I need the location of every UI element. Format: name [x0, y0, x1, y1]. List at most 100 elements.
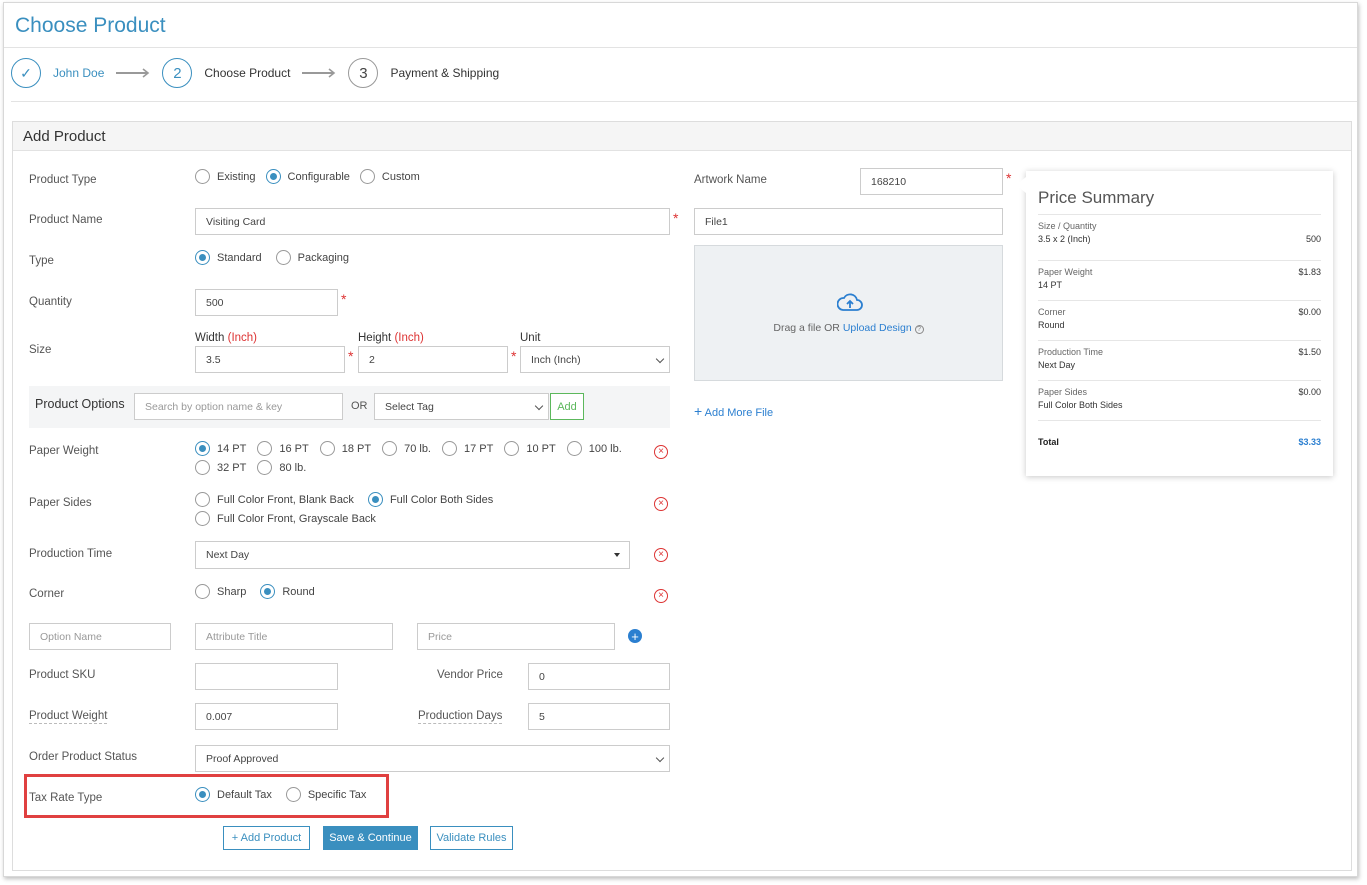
size-label: Size — [29, 344, 52, 356]
radio-both-sides[interactable]: Full Color Both Sides — [367, 492, 493, 507]
window-frame: Choose Product ✓ John Doe 2 Choose Produ… — [3, 2, 1358, 877]
quantity-label: Quantity — [29, 296, 72, 308]
or-text: OR — [351, 400, 368, 412]
price-input[interactable]: Price — [417, 623, 615, 650]
radio-17pt[interactable]: 17 PT — [442, 441, 493, 456]
radio-round[interactable]: Round — [260, 584, 315, 599]
radio-100lb[interactable]: 100 lb. — [566, 441, 622, 456]
panel-title: Add Product — [23, 128, 106, 145]
radio-front-blank[interactable]: Full Color Front, Blank Back — [195, 492, 354, 507]
tag-select[interactable]: Select Tag — [374, 393, 549, 420]
vendor-price-input[interactable]: 0 — [528, 663, 670, 690]
radio-sharp[interactable]: Sharp — [195, 584, 246, 599]
chevron-down-icon — [534, 401, 544, 411]
production-days-input[interactable]: 5 — [528, 703, 670, 730]
step-1-label[interactable]: John Doe — [53, 66, 104, 80]
divider — [4, 47, 1357, 48]
remove-option-icon[interactable]: × — [654, 589, 668, 603]
paper-weight-radios: 14 PT 16 PT 18 PT 70 lb. 17 PT 10 PT 100… — [195, 441, 635, 475]
remove-option-icon[interactable]: × — [654, 548, 668, 562]
add-tag-button[interactable]: Add — [550, 393, 584, 420]
summary-row: Paper Weight 14 PT $1.83 — [1038, 260, 1321, 300]
plus-icon: + — [694, 403, 703, 419]
summary-row: Production Time Next Day $1.50 — [1038, 340, 1321, 380]
add-more-file-link[interactable]: + Add More File — [694, 403, 773, 419]
add-option-icon[interactable]: + — [628, 629, 642, 643]
add-product-button[interactable]: + Add Product — [223, 826, 310, 850]
type-label: Type — [29, 255, 54, 267]
caret-down-icon — [614, 553, 620, 557]
order-status-label: Order Product Status — [29, 751, 138, 763]
production-time-select[interactable]: Next Day — [195, 541, 630, 569]
price-summary-card: Price Summary Size / Quantity 3.5 x 2 (In… — [1016, 171, 1333, 476]
radio-packaging[interactable]: Packaging — [275, 250, 349, 265]
step-2-circle[interactable]: 2 — [162, 58, 193, 88]
required-mark: * — [511, 348, 517, 364]
step-1-check-icon[interactable]: ✓ — [11, 58, 41, 88]
save-continue-button[interactable]: Save & Continue — [323, 826, 418, 850]
corner-radios: Sharp Round — [195, 584, 315, 599]
radio-70lb[interactable]: 70 lb. — [382, 441, 431, 456]
summary-row: Corner Round $0.00 — [1038, 300, 1321, 340]
artwork-name-label: Artwork Name — [694, 174, 767, 186]
required-mark: * — [673, 210, 679, 226]
validate-rules-button[interactable]: Validate Rules — [430, 826, 513, 850]
upload-dropzone[interactable]: Drag a file OR Upload Design ? — [694, 245, 1003, 381]
product-weight-input[interactable]: 0.007 — [195, 703, 338, 730]
order-status-select[interactable]: Proof Approved — [195, 745, 670, 772]
paper-sides-radios: Full Color Front, Blank Back Full Color … — [195, 492, 635, 526]
artwork-name-input[interactable]: 168210 — [860, 168, 1003, 195]
vendor-price-label: Vendor Price — [437, 669, 503, 681]
height-input[interactable]: 2 — [358, 346, 508, 373]
unit-select[interactable]: Inch (Inch) — [520, 346, 670, 373]
card-pointer — [1016, 177, 1026, 193]
width-input[interactable]: 3.5 — [195, 346, 345, 373]
chevron-down-icon — [655, 354, 665, 364]
paper-weight-label: Paper Weight — [29, 445, 99, 457]
quantity-input[interactable]: 500 — [195, 289, 338, 316]
product-options-bar: Product Options Search by option name & … — [29, 386, 670, 428]
radio-standard[interactable]: Standard — [195, 250, 262, 265]
summary-total-row: Total $3.33 — [1038, 420, 1321, 460]
width-label: Width (Inch) — [195, 332, 258, 344]
file-name-input[interactable]: File1 — [694, 208, 1003, 235]
type-radios: Standard Packaging — [195, 250, 349, 265]
radio-10pt[interactable]: 10 PT — [504, 441, 556, 456]
radio-18pt[interactable]: 18 PT — [319, 441, 371, 456]
step-3-circle[interactable]: 3 — [348, 58, 379, 88]
summary-row: Paper Sides Full Color Both Sides $0.00 — [1038, 380, 1321, 420]
product-name-input[interactable]: Visiting Card — [195, 208, 670, 235]
production-time-label: Production Time — [29, 548, 113, 560]
radio-front-grayscale[interactable]: Full Color Front, Grayscale Back — [195, 511, 495, 526]
radio-16pt[interactable]: 16 PT — [257, 441, 309, 456]
help-icon[interactable]: ? — [914, 325, 924, 334]
corner-label: Corner — [29, 588, 65, 600]
option-search-input[interactable]: Search by option name & key — [134, 393, 343, 420]
radio-custom[interactable]: Custom — [359, 169, 420, 184]
cloud-upload-icon — [837, 293, 863, 311]
radio-existing[interactable]: Existing — [195, 169, 256, 184]
radio-80lb[interactable]: 80 lb. — [257, 460, 306, 475]
step-arrow-icon — [116, 68, 150, 78]
step-2-label[interactable]: Choose Product — [204, 66, 290, 80]
production-days-label: Production Days — [418, 710, 503, 724]
product-type-radios: Existing Configurable Custom — [195, 169, 420, 184]
stepper: ✓ John Doe 2 Choose Product 3 Payment & … — [11, 58, 499, 88]
step-3-label[interactable]: Payment & Shipping — [390, 66, 499, 80]
remove-option-icon[interactable]: × — [654, 497, 668, 511]
divider — [11, 101, 1357, 102]
radio-32pt[interactable]: 32 PT — [195, 460, 246, 475]
product-name-label: Product Name — [29, 214, 103, 226]
radio-14pt[interactable]: 14 PT — [195, 441, 246, 456]
required-mark: * — [341, 291, 347, 307]
option-name-input[interactable]: Option Name — [29, 623, 171, 650]
required-mark: * — [1006, 170, 1012, 186]
radio-configurable[interactable]: Configurable — [265, 169, 350, 184]
product-options-label: Product Options — [35, 397, 125, 411]
product-sku-input[interactable] — [195, 663, 338, 690]
remove-option-icon[interactable]: × — [654, 445, 668, 459]
attribute-title-input[interactable]: Attribute Title — [195, 623, 393, 650]
upload-design-link[interactable]: Upload Design — [843, 322, 912, 334]
unit-label: Unit — [520, 332, 541, 344]
required-mark: * — [348, 348, 354, 364]
